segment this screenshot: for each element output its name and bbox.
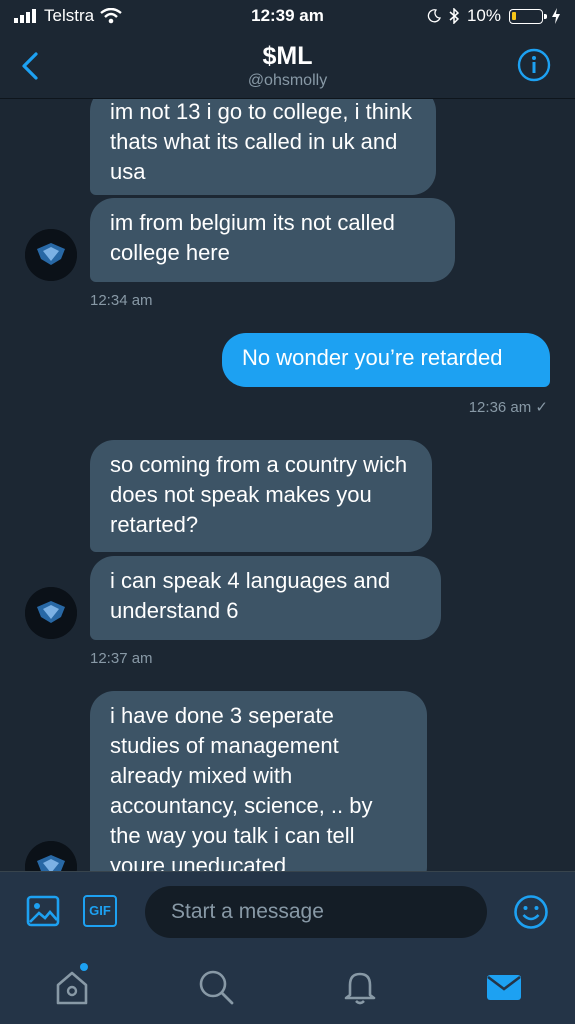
avatar-logo-icon	[25, 587, 77, 639]
avatar[interactable]	[25, 587, 77, 639]
conversation-header: $ML @ohsmolly	[0, 34, 575, 99]
conversation-handle: @ohsmolly	[247, 72, 328, 89]
battery-percent: 10%	[466, 6, 501, 25]
messages-icon[interactable]	[484, 967, 524, 1007]
search-icon[interactable]	[196, 967, 236, 1007]
notification-dot	[80, 963, 88, 971]
charging-icon	[552, 8, 560, 24]
info-icon[interactable]	[517, 48, 551, 82]
bluetooth-icon	[449, 8, 459, 24]
emoji-icon[interactable]	[513, 894, 549, 930]
message-input[interactable]: Start a message	[145, 886, 487, 938]
tab-bar	[0, 949, 575, 1024]
avatar[interactable]	[25, 229, 77, 281]
message-bubble[interactable]: im not 13 i go to college, i think thats…	[90, 99, 436, 195]
message-timestamp: 12:36 am ✓	[468, 399, 548, 416]
status-bar: Telstra 12:39 am 10%	[0, 0, 575, 34]
avatar-logo-icon	[25, 841, 77, 871]
avatar-logo-icon	[25, 229, 77, 281]
message-bubble[interactable]: i can speak 4 languages and understand 6	[90, 556, 441, 640]
gif-button[interactable]: GIF	[83, 895, 117, 927]
avatar[interactable]	[25, 841, 77, 871]
message-timestamp: 12:34 am	[90, 292, 153, 309]
notifications-icon[interactable]	[340, 967, 380, 1007]
image-icon[interactable]	[26, 894, 60, 928]
message-timestamp: 12:37 am	[90, 650, 153, 667]
message-composer: GIF Start a message	[0, 871, 575, 950]
battery-icon	[509, 8, 547, 24]
message-bubble[interactable]: so coming from a country wich does not s…	[90, 440, 432, 552]
message-list[interactable]: im not 13 i go to college, i think thats…	[0, 99, 575, 871]
message-bubble[interactable]: i have done 3 seperate studies of manage…	[90, 691, 427, 871]
message-bubble[interactable]: im from belgium its not called college h…	[90, 198, 455, 282]
conversation-title[interactable]: $ML	[0, 42, 575, 71]
moon-icon	[427, 9, 441, 23]
home-icon[interactable]	[52, 967, 92, 1007]
message-bubble[interactable]: No wonder you’re retarded	[222, 333, 550, 387]
status-right: 10%	[427, 6, 561, 26]
